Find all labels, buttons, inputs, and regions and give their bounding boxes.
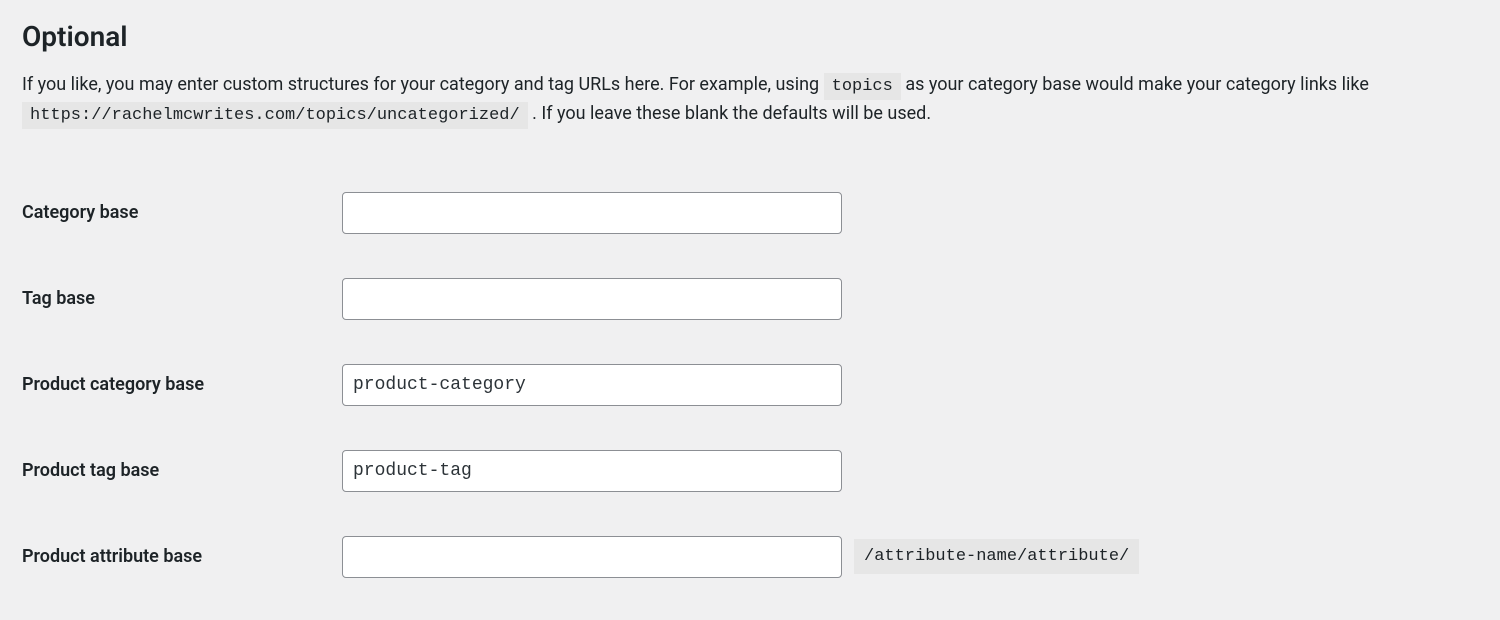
description-code-example-2: https://rachelmcwrites.com/topics/uncate… (22, 102, 528, 129)
optional-heading: Optional (22, 20, 1478, 53)
product-tag-base-row: Product tag base (22, 428, 1478, 514)
product-category-base-input[interactable] (342, 364, 842, 406)
description-code-example-1: topics (824, 73, 901, 100)
permalink-optional-table: Category base Tag base Product category … (22, 170, 1478, 600)
product-attribute-base-label: Product attribute base (22, 514, 342, 600)
product-tag-base-input[interactable] (342, 450, 842, 492)
tag-base-row: Tag base (22, 256, 1478, 342)
description-text-3: . If you leave these blank the defaults … (532, 103, 931, 124)
product-attribute-base-input[interactable] (342, 536, 842, 578)
product-attribute-base-row: Product attribute base /attribute-name/a… (22, 514, 1478, 600)
description-text-1: If you like, you may enter custom struct… (22, 74, 824, 95)
tag-base-input[interactable] (342, 278, 842, 320)
product-category-base-label: Product category base (22, 342, 342, 428)
category-base-row: Category base (22, 170, 1478, 256)
product-tag-base-label: Product tag base (22, 428, 342, 514)
category-base-label: Category base (22, 170, 342, 256)
tag-base-label: Tag base (22, 256, 342, 342)
category-base-input[interactable] (342, 192, 842, 234)
optional-description: If you like, you may enter custom struct… (22, 71, 1478, 130)
product-category-base-row: Product category base (22, 342, 1478, 428)
description-text-2: as your category base would make your ca… (905, 74, 1369, 95)
product-attribute-base-suffix: /attribute-name/attribute/ (854, 539, 1139, 574)
